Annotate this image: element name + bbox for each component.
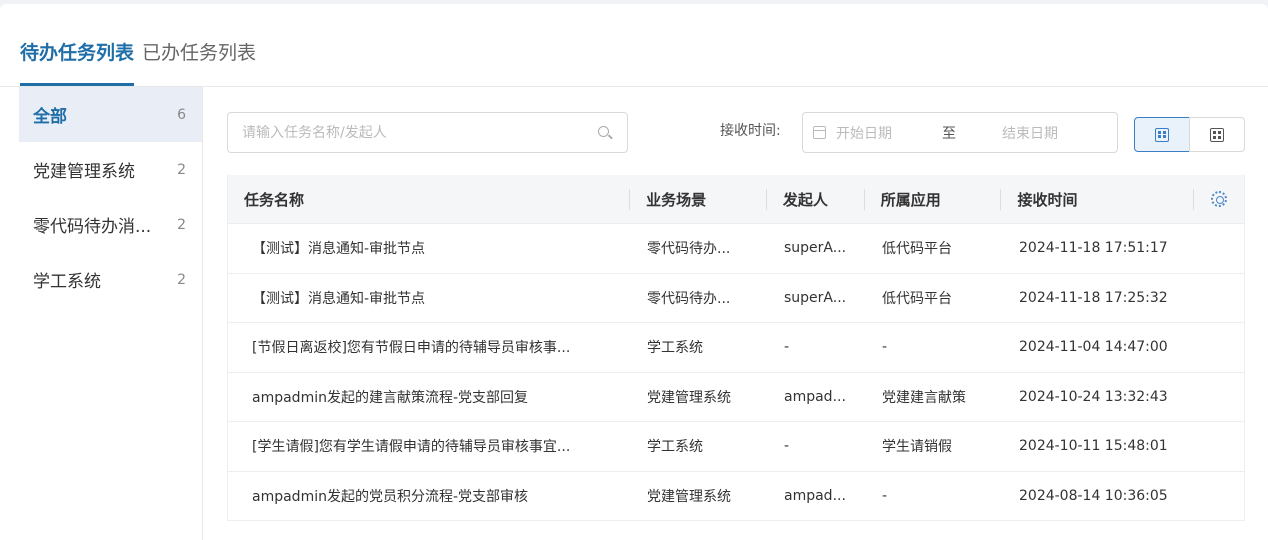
task-name-cell: [学生请假]您有学生请假申请的待辅导员审核事宜... [252,439,571,456]
column-header-scenario: 业务场景 [630,188,767,210]
application-cell: 党建建言献策 [882,389,966,406]
application-cell: 学生请销假 [882,439,952,456]
application-cell: - [882,487,888,504]
initiator-cell: superA... [784,289,847,306]
list-view-icon [1155,127,1169,142]
tab-completed[interactable]: 已办任务列表 [142,38,256,86]
sidebar-item-count: 6 [177,106,186,123]
initiator-cell: ampad... [784,388,846,405]
table-row[interactable]: [学生请假]您有学生请假申请的待辅导员审核事宜... 学工系统 - 学生请销假 … [228,421,1244,471]
sidebar-item-count: 2 [177,216,186,233]
table-row[interactable]: 【测试】消息通知-审批节点 零代码待办... superA... 低代码平台 2… [228,223,1244,273]
initiator-cell: superA... [784,240,847,257]
column-settings [1194,191,1244,207]
initiator-cell: - [784,339,790,356]
search-input[interactable] [242,124,597,141]
start-date-field[interactable]: 开始日期 [836,123,936,143]
initiator-cell: ampad... [784,487,846,504]
receive-time-label: 接收时间: [720,123,781,139]
search-icon[interactable] [597,125,613,141]
table-row[interactable]: ampadmin发起的党员积分流程-党支部审核 党建管理系统 ampad... … [228,470,1244,521]
calendar-icon [813,126,826,139]
table-row[interactable]: 【测试】消息通知-审批节点 零代码待办... superA... 低代码平台 2… [228,272,1244,323]
table-row[interactable]: ampadmin发起的建言献策流程-党支部回复 党建管理系统 ampad... … [228,371,1244,422]
scenario-cell: 零代码待办... [647,241,731,258]
column-header-initiator: 发起人 [767,188,865,210]
category-sidebar: 全部 6 党建管理系统 2 零代码待办消... 2 学工系统 2 [19,87,203,540]
search-box [227,112,628,153]
application-cell: 低代码平台 [882,290,952,307]
sidebar-item-student-affairs[interactable]: 学工系统 2 [19,252,202,307]
receive-time-cell: 2024-11-18 17:25:32 [1019,289,1168,306]
table-header: 任务名称 业务场景 发起人 所属应用 接收时间 [228,175,1244,223]
task-name-cell: ampadmin发起的党员积分流程-党支部审核 [252,488,529,505]
task-name-cell: ampadmin发起的建言献策流程-党支部回复 [252,389,529,406]
grid-view-icon [1210,127,1224,142]
receive-time-cell: 2024-10-24 13:32:43 [1019,388,1168,405]
scenario-cell: 学工系统 [647,340,703,357]
application-cell: - [882,339,888,356]
date-range-picker[interactable]: 开始日期 至 结束日期 [802,112,1118,153]
list-view-button[interactable] [1134,117,1190,152]
scenario-cell: 学工系统 [647,439,703,456]
receive-time-cell: 2024-10-11 15:48:01 [1019,438,1168,455]
end-date-field[interactable]: 结束日期 [1002,123,1058,143]
task-name-cell: 【测试】消息通知-审批节点 [252,290,426,307]
date-separator: 至 [942,125,956,142]
table-row[interactable]: [节假日离返校]您有节假日申请的待辅导员审核事... 学工系统 - - 2024… [228,322,1244,372]
sidebar-item-label: 零代码待办消... [33,217,152,237]
sidebar-item-all[interactable]: 全部 6 [19,87,202,142]
column-header-application: 所属应用 [865,188,1002,210]
grid-view-button[interactable] [1189,117,1245,152]
sidebar-item-count: 2 [177,271,186,288]
scenario-cell: 党建管理系统 [647,488,731,505]
scenario-cell: 党建管理系统 [647,389,731,406]
sidebar-item-label: 全部 [33,107,67,127]
task-name-cell: [节假日离返校]您有节假日申请的待辅导员审核事... [252,340,571,357]
task-tabs: 待办任务列表 已办任务列表 [20,38,264,88]
scenario-cell: 零代码待办... [647,290,731,307]
initiator-cell: - [784,438,790,455]
task-table: 任务名称 业务场景 发起人 所属应用 接收时间 【测试】消息通知-审批节点 零代… [227,175,1245,521]
tab-pending[interactable]: 待办任务列表 [20,38,135,86]
application-cell: 低代码平台 [882,241,952,258]
receive-time-cell: 2024-11-18 17:51:17 [1019,240,1168,257]
column-header-task-name: 任务名称 [228,188,631,210]
sidebar-item-label: 学工系统 [33,272,101,292]
sidebar-item-party-building[interactable]: 党建管理系统 2 [19,142,202,197]
sidebar-item-count: 2 [177,161,186,178]
receive-time-cell: 2024-11-04 14:47:00 [1019,339,1168,356]
sidebar-item-label: 党建管理系统 [33,162,135,182]
column-header-receive-time: 接收时间 [1001,188,1194,210]
receive-time-cell: 2024-08-14 10:36:05 [1019,487,1168,504]
gear-icon[interactable] [1211,191,1228,207]
task-name-cell: 【测试】消息通知-审批节点 [252,241,426,258]
sidebar-item-zero-code[interactable]: 零代码待办消... 2 [19,197,202,252]
